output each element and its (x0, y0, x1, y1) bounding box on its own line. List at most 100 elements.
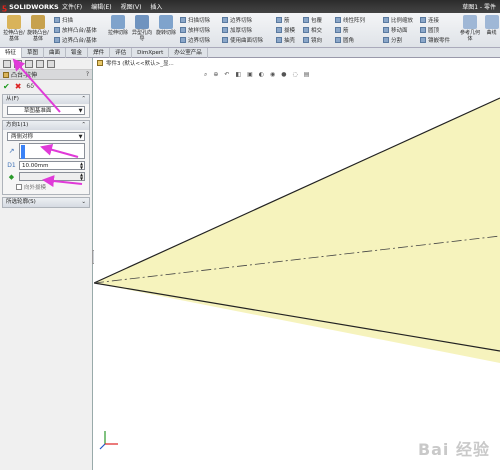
coordinate-triad-icon (99, 431, 118, 450)
end-condition-dropdown[interactable]: 两侧对称 ▼ (7, 132, 85, 141)
solidworks-window: ƽ SOLIDWORKS 文件(F) 编辑(E) 视图(V) 插入 草图1 - 零… (0, 0, 500, 470)
revolve-cut-button[interactable]: 旋转切除 (155, 15, 177, 47)
draft-label: 拔模 (284, 27, 296, 34)
extrude-cut-button[interactable]: 拉伸切除 (107, 15, 129, 47)
lofted-cut-button[interactable]: 放样切除 (180, 25, 210, 34)
draft-icon (276, 26, 282, 33)
dome-label: 圆顶 (428, 27, 440, 34)
curves-label: 曲线 (486, 30, 497, 36)
linear-pattern-icon (335, 16, 341, 23)
spin-arrows-icon[interactable]: ▲ ▼ (79, 162, 84, 170)
draft-icon: ◆ (8, 172, 15, 181)
linear-pattern-button[interactable]: 线性阵列 (335, 15, 365, 24)
intersect-label: 相交 (311, 27, 323, 34)
extrude-feature-icon (3, 71, 9, 78)
dome-button[interactable]: 圆顶 (420, 25, 439, 34)
graphics-area[interactable]: 零件3 (默认<<默认>_显... ⌕ ⊕ ↶ ◧ ▣ ◐ ◉ ● ◌ ▤ Ba… (94, 58, 500, 470)
join-button[interactable]: 连接 (420, 15, 439, 24)
help-icon[interactable]: ? (86, 71, 89, 78)
direction-selection-box[interactable] (19, 143, 85, 159)
selected-contours-header[interactable]: 所选轮廓(S) ⌄ (3, 198, 89, 207)
confirm-row: ✔ ✖ 6δ' (0, 80, 92, 92)
display-manager-icon[interactable] (47, 60, 55, 68)
tab-sheet-metal[interactable]: 钣金 (66, 48, 89, 58)
draft-button[interactable]: 拔模 (276, 25, 295, 34)
tab-evaluate[interactable]: 评估 (110, 48, 133, 58)
direction-arrow-icon: ↗ (8, 147, 15, 155)
wrap-button[interactable]: 包覆 (303, 15, 322, 24)
fillet-button[interactable]: 圆角 (335, 35, 354, 44)
boundary-cut-button[interactable]: 边界切除 (180, 35, 210, 44)
fillet-icon (335, 36, 341, 43)
split-button[interactable]: 分割 (383, 35, 402, 44)
menu-file[interactable]: 文件(F) (62, 2, 82, 11)
ok-button[interactable]: ✔ (3, 82, 10, 91)
scale-label: 比例缩放 (391, 17, 414, 24)
insert-part-button[interactable]: 镶嵌零件 (420, 35, 450, 44)
menu-view[interactable]: 视图(V) (121, 2, 142, 11)
thicken-cut-button[interactable]: 加厚切除 (222, 25, 252, 34)
boundary-cut-2-button[interactable]: 边界切除 (222, 15, 252, 24)
cancel-button[interactable]: ✖ (15, 82, 22, 91)
tab-sketch[interactable]: 草图 (22, 48, 45, 58)
move-face-button[interactable]: 移动面 (383, 25, 408, 34)
direction1-section-header[interactable]: 方向1(1) ⌃ (3, 121, 89, 130)
insert-part-icon (420, 36, 426, 43)
extrude-preview-face (94, 98, 500, 363)
move-face-label: 移动面 (391, 27, 408, 34)
tab-dimxpert[interactable]: DimXpert (132, 48, 170, 58)
extrude-boss-button[interactable]: 拉伸凸台/基体 (3, 15, 25, 47)
split-icon (383, 36, 389, 43)
tab-features[interactable]: 特征 (0, 48, 23, 58)
swept-cut-button[interactable]: 扫描切除 (180, 15, 210, 24)
rib-2-button[interactable]: 筋 (335, 25, 349, 34)
boundary-cut-label: 边界切除 (188, 37, 211, 44)
tab-surfaces[interactable]: 曲面 (44, 48, 67, 58)
fillet-label: 圆角 (343, 37, 355, 44)
configuration-manager-icon[interactable] (25, 60, 33, 68)
boundary-boss-button[interactable]: 边界凸台/基体 (54, 35, 97, 44)
surface-cut-button[interactable]: 使用曲面切除 (222, 35, 263, 44)
from-dropdown[interactable]: 草图基准面 ▼ (7, 106, 85, 115)
rib-2-label: 筋 (343, 27, 349, 34)
curves-button[interactable]: 曲线 (483, 15, 500, 47)
shell-button[interactable]: 抽壳 (276, 35, 295, 44)
depth-input[interactable]: 10.00mm ▲ ▼ (19, 161, 85, 170)
intersect-button[interactable]: 相交 (303, 25, 322, 34)
move-face-icon (383, 26, 389, 33)
property-manager-icon[interactable] (14, 60, 22, 68)
insert-part-label: 镶嵌零件 (428, 37, 451, 44)
dimxpert-manager-icon[interactable] (36, 60, 44, 68)
from-section-header[interactable]: 从(F) ⌃ (3, 95, 89, 104)
detail-preview-button[interactable]: 6δ' (26, 83, 35, 90)
rib-button[interactable]: 筋 (276, 15, 290, 24)
scale-button[interactable]: 比例缩放 (383, 15, 413, 24)
draft-outward-label: 向外拔模 (24, 185, 47, 191)
wrap-label: 包覆 (311, 17, 323, 24)
hole-wizard-button[interactable]: 异型孔向导 (131, 15, 153, 47)
tab-office-products[interactable]: 办公室产品 (169, 48, 208, 58)
from-dropdown-value: 草图基准面 (23, 108, 52, 114)
menu-edit[interactable]: 编辑(E) (91, 2, 111, 11)
property-manager-panel: 凸台-拉伸 ? ✔ ✖ 6δ' 从(F) ⌃ 草图基准面 ▼ 方向1(1) ⌃ 两侧对… (0, 58, 93, 470)
loft-boss-button[interactable]: 放样凸台/基体 (54, 25, 97, 34)
tab-weldments[interactable]: 焊件 (88, 48, 111, 58)
mirror-button[interactable]: 镜向 (303, 35, 322, 44)
feature-tree-icon[interactable] (3, 60, 11, 68)
sweep-button[interactable]: 扫描 (54, 15, 73, 24)
logo-text: SOLIDWORKS (9, 3, 59, 11)
reference-geometry-button[interactable]: 参考几何体 (460, 15, 480, 47)
swept-cut-icon (180, 16, 186, 23)
menu-insert[interactable]: 插入 (150, 2, 162, 11)
direction1-section-title: 方向1(1) (6, 122, 29, 128)
draft-angle-input[interactable]: ▲ ▼ (19, 172, 85, 181)
draft-outward-checkbox[interactable]: 向外拔模 (16, 183, 85, 191)
scale-icon (383, 16, 389, 23)
sweep-icon (54, 16, 60, 23)
shell-icon (276, 36, 282, 43)
loft-boss-label: 放样凸台/基体 (62, 27, 97, 34)
command-tabs: 特征 草图 曲面 钣金 焊件 评估 DimXpert 办公室产品 (0, 48, 500, 58)
revolve-boss-button[interactable]: 旋转凸台/基体 (27, 15, 49, 47)
intersect-icon (303, 26, 309, 33)
solidworks-logo[interactable]: ƽ SOLIDWORKS (2, 2, 59, 12)
